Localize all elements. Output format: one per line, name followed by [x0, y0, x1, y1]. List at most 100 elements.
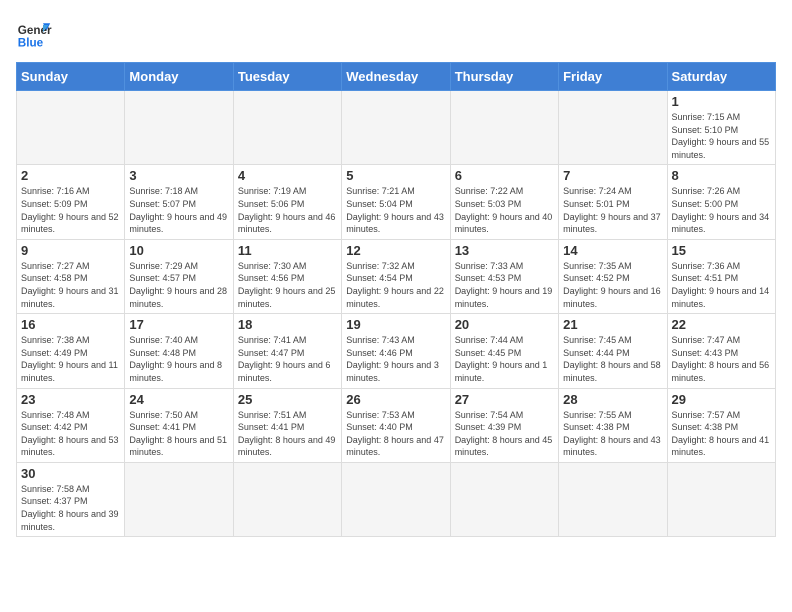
day-number: 23 — [21, 392, 120, 407]
day-info: Sunrise: 7:43 AM Sunset: 4:46 PM Dayligh… — [346, 334, 445, 384]
column-header-friday: Friday — [559, 63, 667, 91]
calendar-cell: 18Sunrise: 7:41 AM Sunset: 4:47 PM Dayli… — [233, 314, 341, 388]
day-info: Sunrise: 7:33 AM Sunset: 4:53 PM Dayligh… — [455, 260, 554, 310]
day-number: 2 — [21, 168, 120, 183]
calendar-cell: 3 Sunrise: 7:18 AM Sunset: 5:07 PM Daylig… — [125, 165, 233, 239]
day-info: Sunrise: 7:35 AM Sunset: 4:52 PM Dayligh… — [563, 260, 662, 310]
day-info: Sunrise: 7:45 AM Sunset: 4:44 PM Dayligh… — [563, 334, 662, 384]
day-number: 17 — [129, 317, 228, 332]
calendar-cell: 23 Sunrise: 7:48 AM Sunset: 4:42 PM Dayli… — [17, 388, 125, 462]
day-number: 26 — [346, 392, 445, 407]
calendar-week-4: 16 Sunrise: 7:38 AM Sunset: 4:49 PM Dayli… — [17, 314, 776, 388]
calendar-cell — [559, 462, 667, 536]
column-header-tuesday: Tuesday — [233, 63, 341, 91]
day-number: 3 — [129, 168, 228, 183]
day-info: Sunrise: 7:36 AM Sunset: 4:51 PM Dayligh… — [672, 260, 771, 310]
calendar-cell: 25 Sunrise: 7:51 AM Sunset: 4:41 PM Dayli… — [233, 388, 341, 462]
header: General Blue — [16, 16, 776, 52]
day-number: 24 — [129, 392, 228, 407]
day-info: Sunrise: 7:30 AM Sunset: 4:56 PM Dayligh… — [238, 260, 337, 310]
calendar-cell: 6 Sunrise: 7:22 AM Sunset: 5:03 PM Daylig… — [450, 165, 558, 239]
calendar-cell — [667, 462, 775, 536]
day-number: 11 — [238, 243, 337, 258]
generalblue-logo-icon: General Blue — [16, 16, 52, 52]
day-number: 21 — [563, 317, 662, 332]
column-header-thursday: Thursday — [450, 63, 558, 91]
calendar-cell: 10Sunrise: 7:29 AM Sunset: 4:57 PM Dayli… — [125, 239, 233, 313]
day-info: Sunrise: 7:18 AM Sunset: 5:07 PM Dayligh… — [129, 185, 228, 235]
day-number: 14 — [563, 243, 662, 258]
day-info: Sunrise: 7:32 AM Sunset: 4:54 PM Dayligh… — [346, 260, 445, 310]
day-number: 25 — [238, 392, 337, 407]
day-info: Sunrise: 7:53 AM Sunset: 4:40 PM Dayligh… — [346, 409, 445, 459]
day-number: 30 — [21, 466, 120, 481]
day-info: Sunrise: 7:47 AM Sunset: 4:43 PM Dayligh… — [672, 334, 771, 384]
calendar-cell: 5 Sunrise: 7:21 AM Sunset: 5:04 PM Daylig… — [342, 165, 450, 239]
day-number: 28 — [563, 392, 662, 407]
day-number: 6 — [455, 168, 554, 183]
day-info: Sunrise: 7:40 AM Sunset: 4:48 PM Dayligh… — [129, 334, 228, 384]
day-info: Sunrise: 7:51 AM Sunset: 4:41 PM Dayligh… — [238, 409, 337, 459]
logo: General Blue — [16, 16, 52, 52]
day-info: Sunrise: 7:16 AM Sunset: 5:09 PM Dayligh… — [21, 185, 120, 235]
calendar-cell: 8Sunrise: 7:26 AM Sunset: 5:00 PM Daylig… — [667, 165, 775, 239]
day-number: 4 — [238, 168, 337, 183]
day-number: 27 — [455, 392, 554, 407]
calendar-cell — [125, 91, 233, 165]
calendar-cell: 7Sunrise: 7:24 AM Sunset: 5:01 PM Daylig… — [559, 165, 667, 239]
calendar-cell — [17, 91, 125, 165]
calendar-cell: 28 Sunrise: 7:55 AM Sunset: 4:38 PM Dayli… — [559, 388, 667, 462]
calendar-cell — [450, 91, 558, 165]
day-number: 15 — [672, 243, 771, 258]
day-info: Sunrise: 7:27 AM Sunset: 4:58 PM Dayligh… — [21, 260, 120, 310]
day-number: 19 — [346, 317, 445, 332]
day-info: Sunrise: 7:24 AM Sunset: 5:01 PM Dayligh… — [563, 185, 662, 235]
day-number: 18 — [238, 317, 337, 332]
calendar-cell: 30Sunrise: 7:58 AM Sunset: 4:37 PM Dayli… — [17, 462, 125, 536]
calendar-cell — [559, 91, 667, 165]
day-number: 10 — [129, 243, 228, 258]
day-number: 13 — [455, 243, 554, 258]
calendar-cell — [342, 462, 450, 536]
calendar-cell: 15 Sunrise: 7:36 AM Sunset: 4:51 PM Dayli… — [667, 239, 775, 313]
calendar-cell: 14 Sunrise: 7:35 AM Sunset: 4:52 PM Dayli… — [559, 239, 667, 313]
calendar-cell: 27 Sunrise: 7:54 AM Sunset: 4:39 PM Dayli… — [450, 388, 558, 462]
day-info: Sunrise: 7:44 AM Sunset: 4:45 PM Dayligh… — [455, 334, 554, 384]
day-info: Sunrise: 7:55 AM Sunset: 4:38 PM Dayligh… — [563, 409, 662, 459]
day-number: 29 — [672, 392, 771, 407]
calendar-week-2: 2 Sunrise: 7:16 AM Sunset: 5:09 PM Daylig… — [17, 165, 776, 239]
calendar-cell — [125, 462, 233, 536]
column-header-saturday: Saturday — [667, 63, 775, 91]
calendar-cell: 26 Sunrise: 7:53 AM Sunset: 4:40 PM Dayli… — [342, 388, 450, 462]
day-number: 9 — [21, 243, 120, 258]
day-info: Sunrise: 7:48 AM Sunset: 4:42 PM Dayligh… — [21, 409, 120, 459]
day-info: Sunrise: 7:21 AM Sunset: 5:04 PM Dayligh… — [346, 185, 445, 235]
calendar-cell — [342, 91, 450, 165]
calendar-cell: 4 Sunrise: 7:19 AM Sunset: 5:06 PM Daylig… — [233, 165, 341, 239]
day-info: Sunrise: 7:22 AM Sunset: 5:03 PM Dayligh… — [455, 185, 554, 235]
calendar-week-6: 30Sunrise: 7:58 AM Sunset: 4:37 PM Dayli… — [17, 462, 776, 536]
calendar-cell: 16 Sunrise: 7:38 AM Sunset: 4:49 PM Dayli… — [17, 314, 125, 388]
day-info: Sunrise: 7:38 AM Sunset: 4:49 PM Dayligh… — [21, 334, 120, 384]
calendar-cell: 29Sunrise: 7:57 AM Sunset: 4:38 PM Dayli… — [667, 388, 775, 462]
calendar-cell: 11 Sunrise: 7:30 AM Sunset: 4:56 PM Dayli… — [233, 239, 341, 313]
calendar-week-3: 9 Sunrise: 7:27 AM Sunset: 4:58 PM Daylig… — [17, 239, 776, 313]
day-number: 20 — [455, 317, 554, 332]
calendar-header-row: SundayMondayTuesdayWednesdayThursdayFrid… — [17, 63, 776, 91]
column-header-sunday: Sunday — [17, 63, 125, 91]
day-number: 16 — [21, 317, 120, 332]
calendar-cell: 22Sunrise: 7:47 AM Sunset: 4:43 PM Dayli… — [667, 314, 775, 388]
page: General Blue SundayMondayTuesdayWednesda… — [0, 0, 792, 547]
day-info: Sunrise: 7:54 AM Sunset: 4:39 PM Dayligh… — [455, 409, 554, 459]
day-info: Sunrise: 7:15 AM Sunset: 5:10 PM Dayligh… — [672, 111, 771, 161]
calendar-week-5: 23 Sunrise: 7:48 AM Sunset: 4:42 PM Dayli… — [17, 388, 776, 462]
day-number: 5 — [346, 168, 445, 183]
svg-text:Blue: Blue — [18, 37, 44, 50]
day-number: 1 — [672, 94, 771, 109]
day-info: Sunrise: 7:26 AM Sunset: 5:00 PM Dayligh… — [672, 185, 771, 235]
day-info: Sunrise: 7:19 AM Sunset: 5:06 PM Dayligh… — [238, 185, 337, 235]
calendar-cell — [233, 91, 341, 165]
calendar-cell: 2 Sunrise: 7:16 AM Sunset: 5:09 PM Daylig… — [17, 165, 125, 239]
calendar-cell: 12Sunrise: 7:32 AM Sunset: 4:54 PM Dayli… — [342, 239, 450, 313]
calendar-cell: 21 Sunrise: 7:45 AM Sunset: 4:44 PM Dayli… — [559, 314, 667, 388]
